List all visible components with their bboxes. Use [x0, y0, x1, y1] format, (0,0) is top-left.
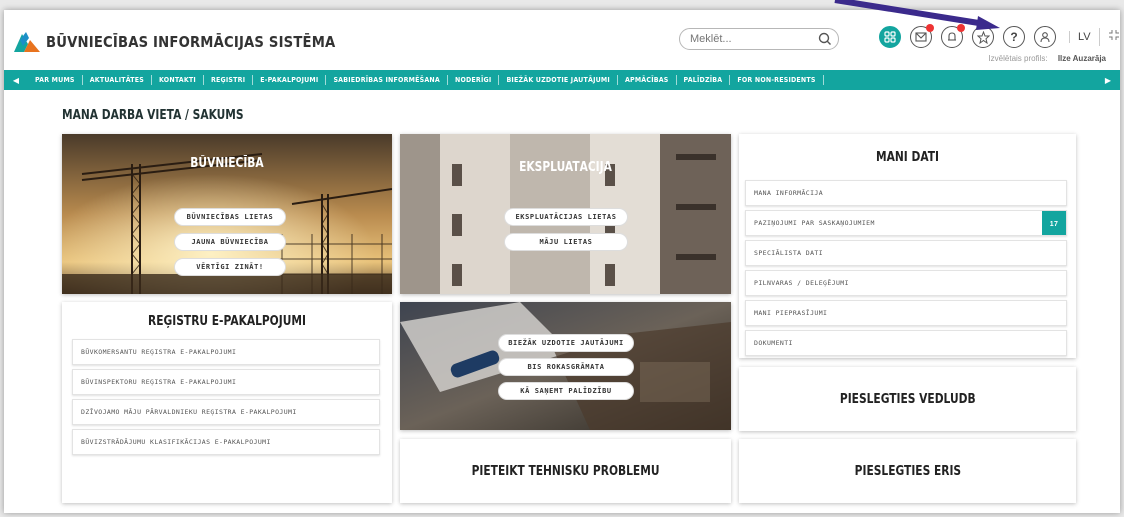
buvnieciba-tile: BŪVNIECĪBA BŪVNIECĪBAS LIETAS JAUNA BŪVN… — [62, 134, 392, 294]
header-divider — [1098, 28, 1100, 46]
nav-item-apmacibas[interactable]: APMĀCĪBAS — [618, 75, 677, 85]
search-icon[interactable] — [818, 31, 832, 52]
biezak-uzdotie-button[interactable]: BIEŽĀK UZDOTIE JAUTĀJUMI — [498, 334, 634, 352]
apps-icon[interactable] — [879, 26, 901, 48]
mani-dati-title: MANI DATI — [876, 150, 939, 165]
user-icon[interactable] — [1034, 26, 1056, 48]
buvkomersantu-item[interactable]: BŪVKOMERSANTU REĢISTRA E-PAKALPOJUMI — [72, 339, 380, 365]
search-input[interactable] — [690, 33, 818, 45]
dokumenti-item[interactable]: DOKUMENTI — [745, 330, 1067, 356]
eris-button[interactable]: PIESLĒGTIES ERIS — [739, 439, 1076, 503]
nav-item-aktualitates[interactable]: AKTUALITĀTES — [83, 75, 153, 85]
bell-badge — [957, 24, 965, 32]
nav-item-kontakti[interactable]: KONTAKTI — [152, 75, 204, 85]
profile-row: Izvēlētais profils: Ilze Auzarāja — [988, 54, 1106, 63]
ekspluatacija-tile: EKSPLUATĀCIJA EKSPLUATĀCIJAS LIETAS MĀJU… — [400, 134, 731, 294]
bis-rokasgramata-button[interactable]: BIS ROKASGRĀMATA — [498, 358, 634, 376]
ka-sanemt-palidzibu-button[interactable]: KĀ SAŅEMT PALĪDZĪBU — [498, 382, 634, 400]
technical-problem-label: PIETEIKT TEHNISKU PROBLĒMU — [471, 463, 660, 479]
nav-item-biezak-uzdotie[interactable]: BIEŽĀK UZDOTIE JAUTĀJUMI — [499, 75, 618, 85]
pazinojumi-label: PAZIŅOJUMI PAR SASKAŅOJUMIEM — [754, 219, 875, 227]
buvinspektoru-item[interactable]: BŪVINSPEKTORU REĢISTRA E-PAKALPOJUMI — [72, 369, 380, 395]
help-tile: BIEŽĀK UZDOTIE JAUTĀJUMI BIS ROKASGRĀMAT… — [400, 302, 731, 430]
help-icon[interactable]: ? — [1003, 26, 1025, 48]
ekspluatacija-title: EKSPLUATĀCIJA — [519, 160, 612, 175]
main-nav: ◀ PAR MUMS AKTUALITĀTES KONTAKTI REĢISTR… — [4, 70, 1120, 90]
logo-icon — [14, 32, 40, 52]
nav-item-for-non-residents[interactable]: FOR NON-RESIDENTS — [730, 75, 824, 85]
vedludb-label: PIESLĒGTIES VEDLUDB — [839, 391, 976, 407]
mail-badge — [926, 24, 934, 32]
registri-card: REĢISTRU E-PAKALPOJUMI BŪVKOMERSANTU REĢ… — [62, 302, 392, 503]
profile-label: Izvēlētais profils: — [988, 54, 1048, 63]
technical-problem-button[interactable]: PIETEIKT TEHNISKU PROBLĒMU — [400, 439, 731, 503]
nav-item-palidziba[interactable]: PALĪDZĪBA — [677, 75, 731, 85]
mani-pieprasijumi-item[interactable]: MANI PIEPRASĪJUMI — [745, 300, 1067, 326]
specialista-dati-item[interactable]: SPECIĀLISTA DATI — [745, 240, 1067, 266]
dzivojamo-maju-item[interactable]: DZĪVOJAMO MĀJU PĀRVALDNIEKU REĢISTRA E-P… — [72, 399, 380, 425]
nav-item-noderigi[interactable]: NODERĪGI — [448, 75, 500, 85]
star-icon[interactable] — [972, 26, 994, 48]
jauna-buvnieciba-button[interactable]: JAUNA BŪVNIECĪBA — [174, 233, 286, 251]
browser-frame: BŪVNIECĪBAS INFORMĀCIJAS SISTĒMA Meklēt.… — [4, 10, 1120, 513]
language-switch[interactable]: LV — [1069, 31, 1091, 43]
header-icons: ? LV — [879, 24, 1120, 48]
nav-item-registri[interactable]: REĢISTRI — [204, 75, 254, 85]
help-glyph: ? — [1010, 30, 1018, 44]
nav-scroll-left-icon[interactable]: ◀ — [4, 76, 28, 85]
mana-informacija-item[interactable]: MANA INFORMĀCIJA — [745, 180, 1067, 206]
vertigi-zinat-button[interactable]: VĒRTĪGI ZINĀT! — [174, 258, 286, 276]
eris-label: PIESLĒGTIES ERIS — [854, 463, 961, 479]
mail-icon[interactable] — [910, 24, 934, 48]
page-title: MANA DARBA VIETA / SĀKUMS — [62, 108, 244, 123]
buvnieciba-title: BŪVNIECĪBA — [190, 156, 264, 171]
nav-scroll-right-icon[interactable]: ▶ — [1096, 76, 1120, 85]
nav-item-e-pakalpojumi[interactable]: E-PAKALPOJUMI — [253, 75, 327, 85]
buvizstradajumu-item[interactable]: BŪVIZSTRĀDĀJUMU KLASIFIKĀCIJAS E-PAKALPO… — [72, 429, 380, 455]
registri-title: REĢISTRU E-PAKALPOJUMI — [148, 314, 306, 329]
app-title: BŪVNIECĪBAS INFORMĀCIJAS SISTĒMA — [46, 33, 336, 51]
buvnieciba-lietas-button[interactable]: BŪVNIECĪBAS LIETAS — [174, 208, 286, 226]
logo[interactable]: BŪVNIECĪBAS INFORMĀCIJAS SISTĒMA — [14, 32, 375, 52]
profile-name[interactable]: Ilze Auzarāja — [1058, 54, 1106, 63]
fullscreen-icon[interactable] — [1108, 28, 1120, 46]
bell-icon[interactable] — [941, 24, 965, 48]
pilnvaras-item[interactable]: PILNVARAS / DELEĢĒJUMI — [745, 270, 1067, 296]
pazinojumi-item[interactable]: PAZIŅOJUMI PAR SASKAŅOJUMIEM 17 — [745, 210, 1067, 236]
nav-item-par-mums[interactable]: PAR MUMS — [28, 75, 83, 85]
maju-lietas-button[interactable]: MĀJU LIETAS — [504, 233, 628, 251]
ekspluatacijas-lietas-button[interactable]: EKSPLUATĀCIJAS LIETAS — [504, 208, 628, 226]
site-header: BŪVNIECĪBAS INFORMĀCIJAS SISTĒMA Meklēt.… — [4, 10, 1120, 70]
notifications-count-badge: 17 — [1042, 211, 1066, 235]
search-box — [679, 28, 839, 50]
mani-dati-card: MANI DATI MANA INFORMĀCIJA PAZIŅOJUMI PA… — [739, 134, 1076, 358]
vedludb-button[interactable]: PIESLĒGTIES VEDLUDB — [739, 367, 1076, 431]
nav-item-sabiedribas-informesana[interactable]: SABIEDRĪBAS INFORMĒŠANA — [326, 75, 448, 85]
